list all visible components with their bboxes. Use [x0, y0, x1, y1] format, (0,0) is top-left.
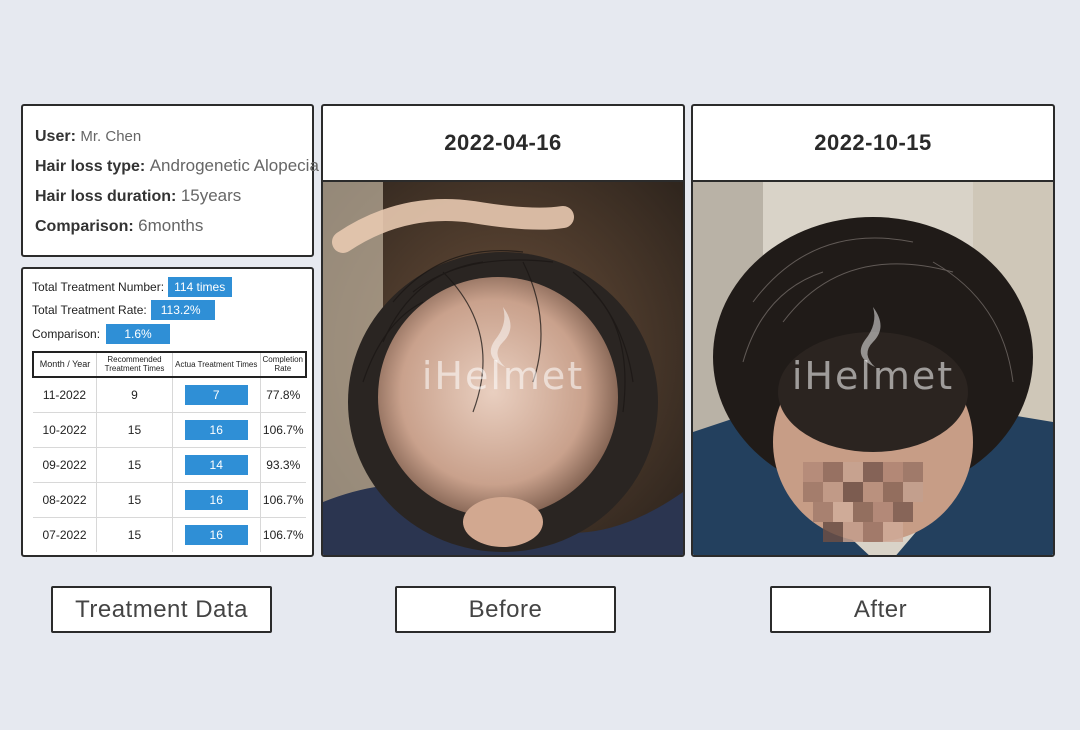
cell-rate: 106.7%	[259, 516, 306, 552]
table-row: 09-2022 15 14 93.3%	[33, 446, 306, 483]
comparison-rate-label: Comparison:	[32, 326, 101, 341]
cell-recommended: 15	[95, 516, 173, 552]
cell-month: 08-2022	[33, 481, 97, 518]
header-actual: Actua Treatment Times	[171, 350, 261, 378]
comparison-rate-badge: 1.6%	[106, 323, 171, 344]
user-row: User: Mr. Chen	[35, 122, 300, 151]
table-header-row: Month / Year Recommended Treatment Times…	[31, 350, 307, 378]
cell-actual: 16	[171, 481, 261, 518]
treatment-table: Month / Year Recommended Treatment Times…	[31, 350, 307, 552]
cell-actual: 16	[171, 516, 261, 552]
after-photo: iHelmet	[693, 182, 1053, 555]
treatment-data-label: Treatment Data	[51, 586, 272, 633]
cell-month: 09-2022	[33, 446, 97, 483]
actual-bar: 16	[184, 489, 248, 510]
hair-loss-duration-row: Hair loss duration: 15years	[35, 181, 300, 211]
header-month-year: Month / Year	[31, 350, 97, 378]
cell-month: 10-2022	[33, 411, 97, 448]
total-treatment-rate-badge: 113.2%	[150, 300, 215, 321]
after-label: After	[770, 586, 991, 633]
before-date: 2022-04-16	[323, 106, 683, 182]
comparison-value: 6months	[138, 216, 204, 235]
total-treatment-number-label: Total Treatment Number:	[32, 279, 165, 294]
table-row: 11-2022 9 7 77.8%	[33, 376, 306, 413]
before-watermark: iHelmet	[421, 354, 585, 398]
total-treatment-rate-row: Total Treatment Rate: 113.2%	[32, 299, 303, 323]
cell-month: 07-2022	[33, 516, 97, 552]
hair-loss-type-key: Hair loss type:	[35, 158, 146, 175]
cell-rate: 106.7%	[259, 481, 306, 518]
after-date: 2022-10-15	[693, 106, 1053, 182]
before-label: Before	[395, 586, 616, 633]
table-row: 08-2022 15 16 106.7%	[33, 481, 306, 518]
cell-rate: 106.7%	[259, 411, 306, 448]
treatment-data-card: Total Treatment Number: 114 times Total …	[21, 267, 314, 557]
total-treatment-number-row: Total Treatment Number: 114 times	[32, 275, 303, 299]
total-treatment-rate-label: Total Treatment Rate:	[32, 303, 147, 318]
after-watermark: iHelmet	[791, 354, 955, 398]
comparison-rate-row: Comparison: 1.6%	[32, 322, 303, 346]
actual-bar: 16	[184, 419, 248, 440]
actual-bar: 14	[184, 454, 248, 475]
user-key: User:	[35, 128, 76, 145]
cell-recommended: 15	[95, 411, 173, 448]
comparison-key: Comparison:	[35, 218, 134, 235]
table-row: 10-2022 15 16 106.7%	[33, 411, 306, 448]
header-completion-rate: Completion Rate	[259, 350, 307, 378]
cell-rate: 77.8%	[259, 376, 306, 413]
after-photo-card: 2022-10-15 iHelmet	[691, 104, 1055, 557]
comparison-row: Comparison: 6months	[35, 211, 300, 241]
cell-recommended: 15	[95, 446, 173, 483]
hair-loss-type-value: Androgenetic Alopecia	[149, 156, 319, 175]
user-value: Mr. Chen	[80, 128, 142, 145]
hair-loss-duration-value: 15years	[180, 186, 242, 205]
cell-month: 11-2022	[33, 376, 97, 413]
cell-actual: 7	[171, 376, 261, 413]
cell-recommended: 15	[95, 481, 173, 518]
cell-rate: 93.3%	[259, 446, 306, 483]
total-treatment-number-badge: 114 times	[168, 276, 233, 297]
before-photo: iHelmet	[323, 182, 683, 555]
cell-actual: 16	[171, 411, 261, 448]
cell-recommended: 9	[95, 376, 173, 413]
header-recommended: Recommended Treatment Times	[95, 350, 173, 378]
cell-actual: 14	[171, 446, 261, 483]
user-info-card: User: Mr. Chen Hair loss type: Androgene…	[21, 104, 319, 257]
actual-bar: 16	[184, 524, 248, 545]
actual-bar: 7	[184, 384, 248, 405]
table-row: 07-2022 15 16 106.7%	[33, 516, 306, 552]
before-photo-card: 2022-04-16 iHelmet	[321, 104, 685, 557]
hair-loss-duration-key: Hair loss duration:	[35, 188, 177, 205]
hair-loss-type-row: Hair loss type: Androgenetic Alopecia	[35, 151, 319, 181]
